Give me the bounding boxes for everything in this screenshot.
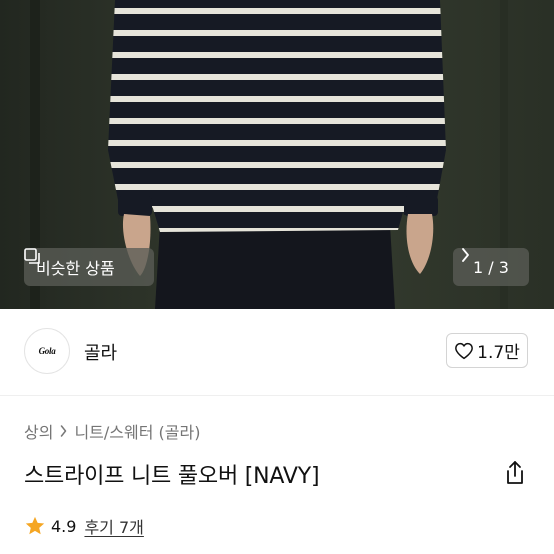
product-title: 스트라이프 니트 풀오버 [NAVY] <box>24 464 320 489</box>
brand-logo-text: Gola <box>38 346 56 356</box>
share-icon[interactable] <box>504 460 526 486</box>
like-button[interactable]: 1.7만 <box>446 333 528 368</box>
similar-products-label: 비슷한 상품 <box>36 259 115 278</box>
rating-row: 4.9 후기 7개 <box>24 514 144 538</box>
heart-icon <box>455 342 474 359</box>
image-pager-button[interactable]: 1 / 3 <box>453 248 529 286</box>
breadcrumb: 상의 니트/스웨터 (골라) <box>24 419 200 443</box>
reviews-link[interactable]: 후기 7개 <box>84 514 143 538</box>
breadcrumb-item-subcategory[interactable]: 니트/스웨터 (골라) <box>74 419 200 443</box>
like-count: 1.7만 <box>477 343 520 363</box>
divider <box>0 395 554 396</box>
image-pager-label: 1 / 3 <box>473 257 509 277</box>
similar-icon <box>24 248 40 264</box>
chevron-right-icon <box>462 248 469 262</box>
chevron-right-icon <box>61 425 67 437</box>
breadcrumb-item-category[interactable]: 상의 <box>24 419 53 443</box>
brand-logo[interactable]: Gola <box>24 328 70 374</box>
star-icon <box>25 516 45 535</box>
brand-name[interactable]: 골라 <box>84 339 117 365</box>
product-image[interactable]: 비슷한 상품 1 / 3 <box>0 0 554 309</box>
similar-products-button[interactable]: 비슷한 상품 <box>24 248 154 286</box>
brand-row: Gola 골라 1.7만 <box>0 309 554 395</box>
rating-score: 4.9 <box>51 516 77 536</box>
